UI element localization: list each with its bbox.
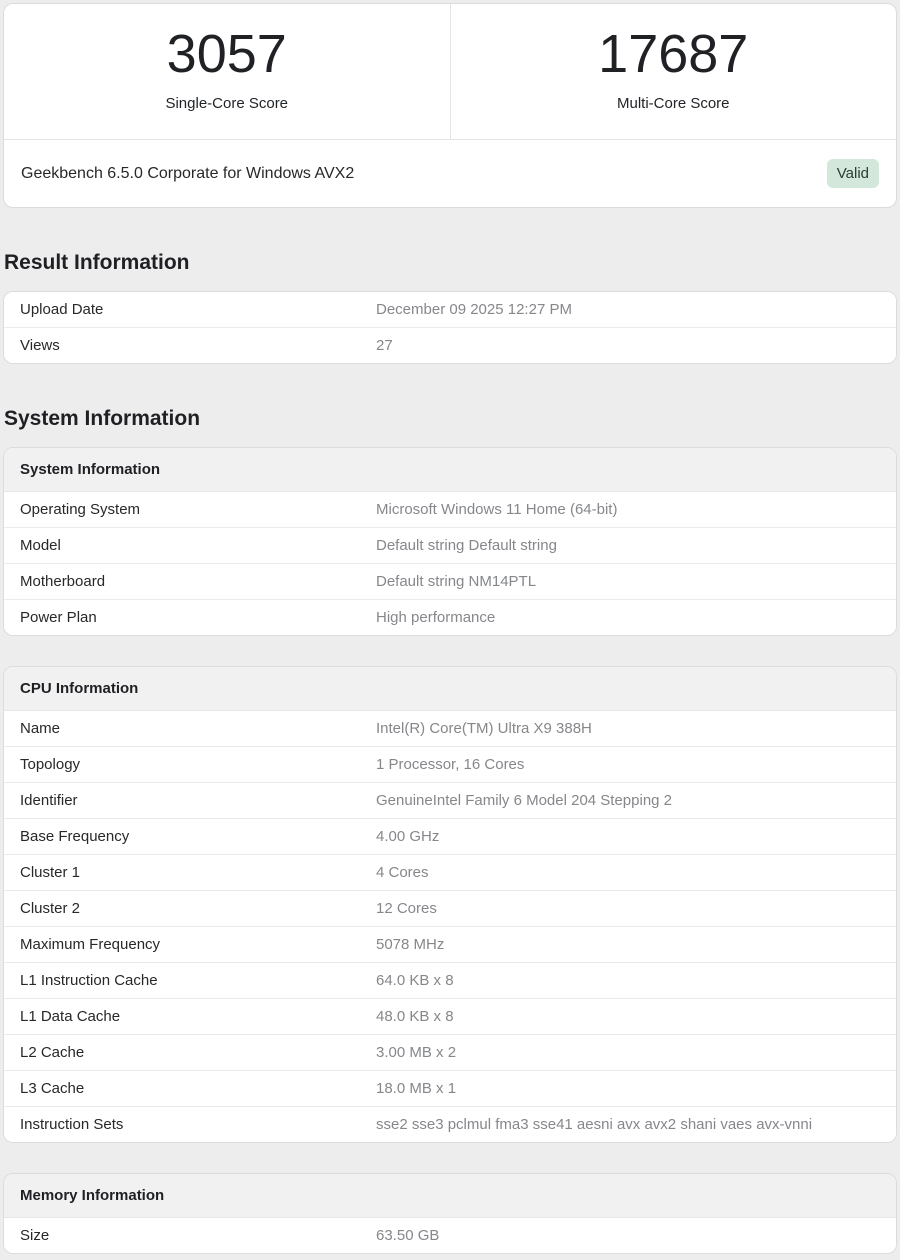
cpu-table-caption: CPU Information bbox=[4, 667, 896, 711]
row-value: Default string Default string bbox=[376, 528, 896, 563]
system-information-heading: System Information bbox=[4, 407, 897, 431]
single-core-score-cell: 3057 Single-Core Score bbox=[4, 4, 451, 139]
table-row: L1 Instruction Cache 64.0 KB x 8 bbox=[4, 962, 896, 998]
multi-core-score-label: Multi-Core Score bbox=[451, 95, 897, 112]
row-value: 1 Processor, 16 Cores bbox=[376, 747, 896, 782]
row-label: Upload Date bbox=[4, 292, 376, 327]
row-label: Instruction Sets bbox=[4, 1107, 376, 1142]
row-label: L2 Cache bbox=[4, 1035, 376, 1070]
row-value: December 09 2025 12:27 PM bbox=[376, 292, 896, 327]
row-value: High performance bbox=[376, 600, 896, 635]
row-label: Identifier bbox=[4, 783, 376, 818]
valid-status-badge: Valid bbox=[827, 159, 879, 188]
row-value: 5078 MHz bbox=[376, 927, 896, 962]
row-label: Operating System bbox=[4, 492, 376, 527]
table-row: Operating System Microsoft Windows 11 Ho… bbox=[4, 492, 896, 527]
row-value: sse2 sse3 pclmul fma3 sse41 aesni avx av… bbox=[376, 1107, 896, 1142]
table-row: Base Frequency 4.00 GHz bbox=[4, 818, 896, 854]
row-value: 18.0 MB x 1 bbox=[376, 1071, 896, 1106]
row-label: Topology bbox=[4, 747, 376, 782]
table-row: L3 Cache 18.0 MB x 1 bbox=[4, 1070, 896, 1106]
row-label: Views bbox=[4, 328, 376, 363]
row-label: Cluster 1 bbox=[4, 855, 376, 890]
version-bar: Geekbench 6.5.0 Corporate for Windows AV… bbox=[4, 140, 896, 207]
table-row: Maximum Frequency 5078 MHz bbox=[4, 926, 896, 962]
result-information-table: Upload Date December 09 2025 12:27 PM Vi… bbox=[3, 291, 897, 364]
result-information-heading: Result Information bbox=[4, 251, 897, 275]
row-label: L3 Cache bbox=[4, 1071, 376, 1106]
system-table-caption: System Information bbox=[4, 448, 896, 492]
row-value: 4.00 GHz bbox=[376, 819, 896, 854]
table-row: Model Default string Default string bbox=[4, 527, 896, 563]
row-value: 3.00 MB x 2 bbox=[376, 1035, 896, 1070]
row-value: 12 Cores bbox=[376, 891, 896, 926]
row-value: Default string NM14PTL bbox=[376, 564, 896, 599]
row-value: GenuineIntel Family 6 Model 204 Stepping… bbox=[376, 783, 896, 818]
row-label: L1 Data Cache bbox=[4, 999, 376, 1034]
table-row: Views 27 bbox=[4, 327, 896, 363]
memory-information-table: Memory Information Size 63.50 GB bbox=[3, 1173, 897, 1254]
table-row: Instruction Sets sse2 sse3 pclmul fma3 s… bbox=[4, 1106, 896, 1142]
multi-core-score-value: 17687 bbox=[451, 27, 897, 81]
table-row: Cluster 2 12 Cores bbox=[4, 890, 896, 926]
table-row: Topology 1 Processor, 16 Cores bbox=[4, 746, 896, 782]
row-label: Base Frequency bbox=[4, 819, 376, 854]
table-row: Name Intel(R) Core(TM) Ultra X9 388H bbox=[4, 711, 896, 746]
row-label: Model bbox=[4, 528, 376, 563]
row-label: Power Plan bbox=[4, 600, 376, 635]
row-value: 64.0 KB x 8 bbox=[376, 963, 896, 998]
table-row: Power Plan High performance bbox=[4, 599, 896, 635]
row-label: Motherboard bbox=[4, 564, 376, 599]
single-core-score-value: 3057 bbox=[4, 27, 450, 81]
row-label: Maximum Frequency bbox=[4, 927, 376, 962]
row-label: Name bbox=[4, 711, 376, 746]
table-row: L1 Data Cache 48.0 KB x 8 bbox=[4, 998, 896, 1034]
geekbench-result-page: 3057 Single-Core Score 17687 Multi-Core … bbox=[0, 0, 900, 1254]
table-row: Motherboard Default string NM14PTL bbox=[4, 563, 896, 599]
table-row: Cluster 1 4 Cores bbox=[4, 854, 896, 890]
single-core-score-label: Single-Core Score bbox=[4, 95, 450, 112]
system-information-table: System Information Operating System Micr… bbox=[3, 447, 897, 636]
row-value: Intel(R) Core(TM) Ultra X9 388H bbox=[376, 711, 896, 746]
table-row: Upload Date December 09 2025 12:27 PM bbox=[4, 292, 896, 327]
memory-table-caption: Memory Information bbox=[4, 1174, 896, 1218]
table-row: Size 63.50 GB bbox=[4, 1218, 896, 1253]
score-row: 3057 Single-Core Score 17687 Multi-Core … bbox=[4, 4, 896, 140]
score-header-card: 3057 Single-Core Score 17687 Multi-Core … bbox=[3, 3, 897, 208]
table-row: L2 Cache 3.00 MB x 2 bbox=[4, 1034, 896, 1070]
row-value: Microsoft Windows 11 Home (64-bit) bbox=[376, 492, 896, 527]
row-label: L1 Instruction Cache bbox=[4, 963, 376, 998]
row-label: Size bbox=[4, 1218, 376, 1253]
multi-core-score-cell: 17687 Multi-Core Score bbox=[451, 4, 897, 139]
table-row: Identifier GenuineIntel Family 6 Model 2… bbox=[4, 782, 896, 818]
row-value: 4 Cores bbox=[376, 855, 896, 890]
row-value: 27 bbox=[376, 328, 896, 363]
cpu-information-table: CPU Information Name Intel(R) Core(TM) U… bbox=[3, 666, 897, 1143]
row-label: Cluster 2 bbox=[4, 891, 376, 926]
row-value: 63.50 GB bbox=[376, 1218, 896, 1253]
geekbench-version-text: Geekbench 6.5.0 Corporate for Windows AV… bbox=[21, 165, 354, 183]
row-value: 48.0 KB x 8 bbox=[376, 999, 896, 1034]
